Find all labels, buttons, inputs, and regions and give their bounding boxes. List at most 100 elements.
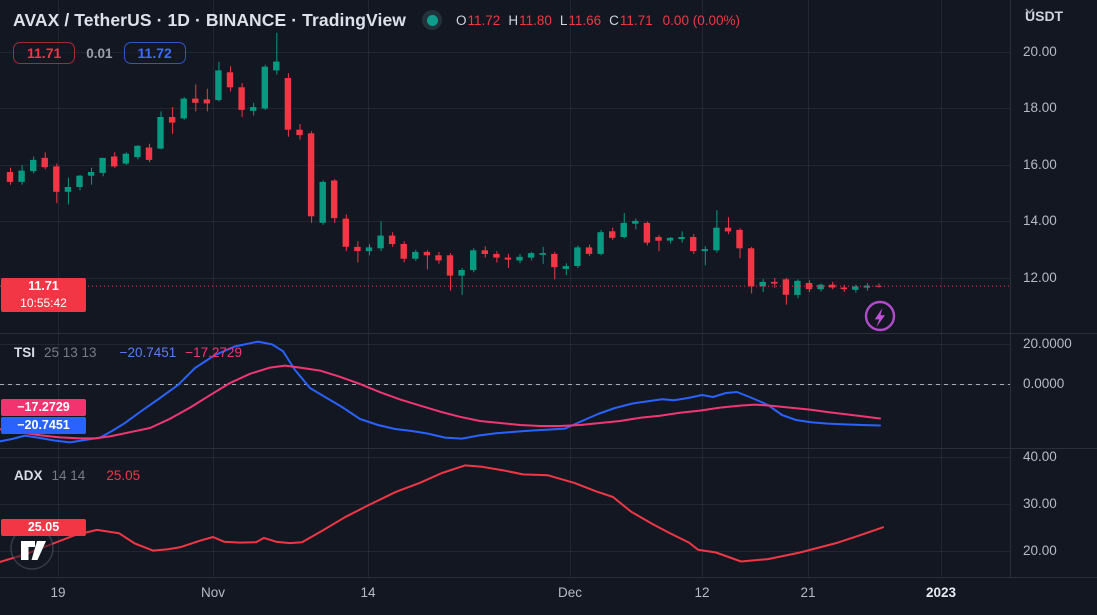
candle[interactable] — [458, 270, 465, 276]
lightning-icon[interactable] — [863, 299, 897, 333]
candle[interactable] — [215, 70, 222, 101]
spread-value: 0.01 — [86, 45, 113, 61]
price-axis[interactable]: USDT 20.00 18.00 16.00 14.00 12.00 20.0000 0.0… — [1010, 0, 1097, 577]
symbol-title[interactable]: AVAX / TetherUS · 1D · BINANCE · Trading… — [13, 10, 406, 31]
candle[interactable] — [609, 231, 616, 238]
candle[interactable] — [30, 159, 37, 172]
candle[interactable] — [852, 286, 859, 290]
tsi-legend[interactable]: TSI 25 13 13 −20.7451 −17.2729 — [14, 345, 242, 360]
candle[interactable] — [168, 117, 176, 123]
candle[interactable] — [643, 222, 651, 243]
candle[interactable] — [504, 257, 512, 260]
candle[interactable] — [713, 227, 720, 251]
candle[interactable] — [551, 253, 558, 268]
sell-button[interactable]: 11.71 — [13, 42, 76, 64]
market-status-icon[interactable] — [422, 10, 443, 30]
price-axis-label: 16.00 — [1023, 156, 1057, 172]
time-axis-label: 12 — [694, 585, 710, 600]
candle[interactable] — [782, 279, 790, 295]
candle[interactable] — [655, 237, 662, 241]
pane-separator[interactable] — [0, 333, 1097, 334]
candle[interactable] — [724, 227, 732, 232]
candle[interactable] — [111, 156, 118, 167]
time-axis[interactable]: 19 Nov 14 Dec 12 21 2023 — [0, 577, 1097, 615]
candle[interactable] — [365, 247, 373, 252]
candle[interactable] — [284, 78, 292, 130]
buy-button[interactable]: 11.72 — [123, 42, 186, 64]
candle[interactable] — [481, 250, 488, 254]
candle[interactable] — [6, 172, 14, 182]
candle[interactable] — [76, 175, 83, 187]
candle[interactable] — [250, 107, 257, 111]
candle[interactable] — [446, 255, 454, 276]
candle[interactable] — [87, 172, 95, 176]
candle[interactable] — [771, 281, 778, 284]
candle[interactable] — [64, 187, 72, 192]
candle[interactable] — [632, 220, 639, 224]
candle[interactable] — [145, 147, 153, 160]
candle[interactable] — [412, 251, 419, 259]
currency-selector[interactable]: USDT — [1025, 8, 1063, 24]
candle[interactable] — [331, 180, 338, 219]
candle[interactable] — [493, 253, 500, 258]
candle[interactable] — [527, 253, 535, 258]
ohlc-high: H11.80 — [508, 12, 552, 28]
candle[interactable] — [388, 235, 396, 245]
candle[interactable] — [53, 166, 60, 192]
candle[interactable] — [203, 99, 211, 104]
candle[interactable] — [539, 253, 546, 255]
candle[interactable] — [840, 287, 847, 290]
candle[interactable] — [400, 244, 407, 259]
candle[interactable] — [319, 181, 326, 223]
price-axis-label: 20.0000 — [1023, 336, 1072, 351]
candle[interactable] — [157, 117, 164, 149]
candle[interactable] — [597, 232, 604, 254]
candle[interactable] — [238, 87, 245, 110]
candle[interactable] — [134, 145, 141, 158]
candle[interactable] — [574, 247, 581, 266]
candle[interactable] — [180, 98, 187, 119]
tsi-name: TSI — [14, 345, 36, 360]
candle[interactable] — [747, 248, 755, 287]
candle[interactable] — [342, 218, 349, 247]
candle[interactable] — [192, 98, 199, 103]
candle[interactable] — [354, 246, 361, 252]
candle[interactable] — [122, 153, 129, 164]
price-axis-label: 14.00 — [1023, 213, 1057, 229]
candle[interactable] — [666, 237, 674, 241]
chevron-down-icon — [1025, 8, 1034, 14]
candle[interactable] — [585, 247, 593, 254]
candle[interactable] — [296, 129, 303, 136]
candle[interactable] — [41, 157, 48, 168]
candle[interactable] — [516, 256, 523, 261]
pane-separator[interactable] — [0, 448, 1097, 449]
candlestick-series[interactable] — [6, 32, 882, 305]
time-axis-label: 19 — [50, 585, 66, 600]
candle[interactable] — [701, 249, 708, 252]
candle[interactable] — [562, 266, 569, 269]
candle[interactable] — [470, 250, 477, 271]
tsi-fast-value: −20.7451 — [119, 345, 177, 360]
candle[interactable] — [736, 229, 743, 249]
candle[interactable] — [794, 280, 801, 295]
candle[interactable] — [678, 237, 685, 239]
candle[interactable] — [307, 133, 315, 217]
candle[interactable] — [273, 61, 280, 71]
candle[interactable] — [226, 72, 234, 88]
candle[interactable] — [377, 235, 384, 249]
price-change: 0.00 (0.00%) — [662, 12, 740, 28]
candle[interactable] — [817, 284, 824, 290]
candle[interactable] — [690, 237, 697, 252]
candle[interactable] — [261, 66, 268, 109]
candle[interactable] — [99, 157, 106, 173]
price-axis-label: 0.0000 — [1023, 376, 1065, 391]
candle[interactable] — [620, 222, 627, 237]
indicator-line-signal — [0, 364, 881, 440]
ohlc-values: O11.72 H11.80 L11.66 C11.71 0.00 (0.00%) — [456, 13, 740, 28]
ohlc-close: C11.71 — [609, 12, 653, 28]
candle[interactable] — [435, 255, 442, 261]
adx-legend[interactable]: ADX 14 14 25.05 — [14, 468, 140, 483]
candle[interactable] — [18, 170, 25, 182]
candle[interactable] — [423, 251, 431, 256]
tsi-fast-badge: −20.7451 — [1, 416, 86, 434]
